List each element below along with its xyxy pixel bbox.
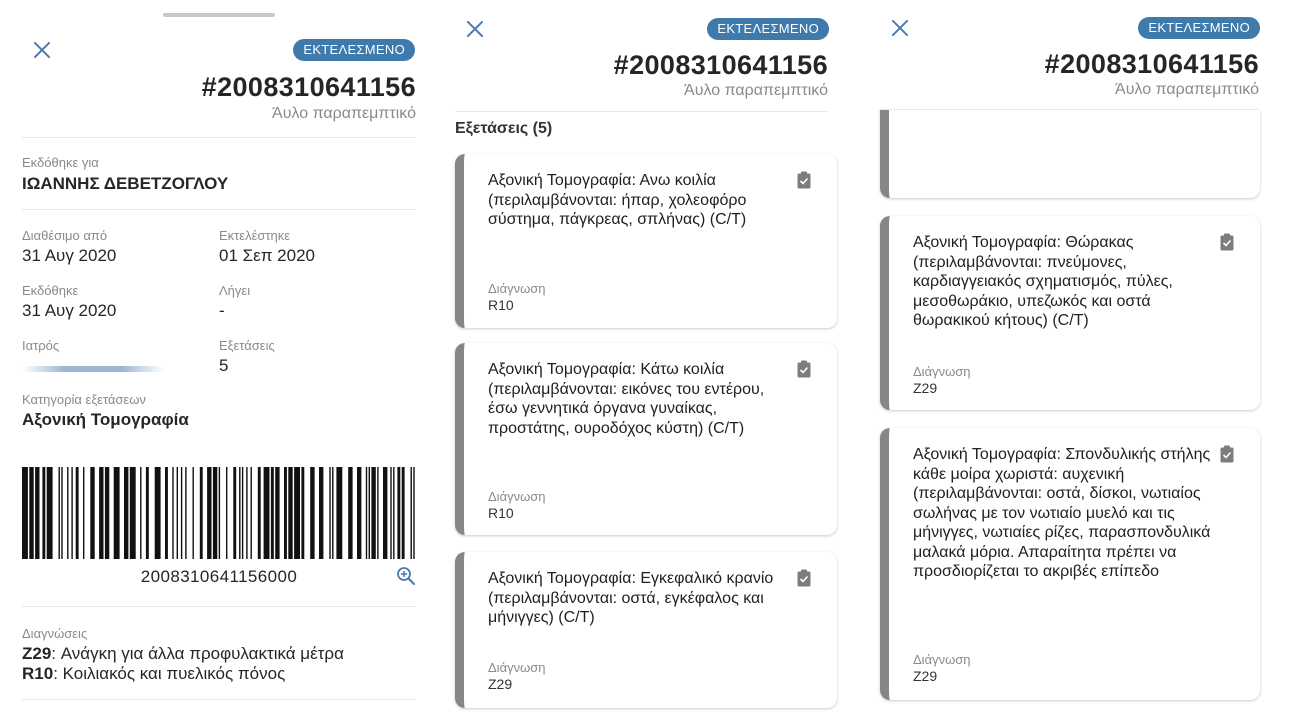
issued-for-label: Εκδόθηκε για (22, 155, 99, 170)
referral-type: Άυλο παραπεμπτικό (1115, 81, 1259, 98)
exam-title: Αξονική Τομογραφία: Κάτω κοιλία (περιλαμ… (488, 361, 765, 437)
exam-title: Αξονική Τομογραφία: Εγκεφαλικό κρανίο (π… (488, 570, 774, 626)
exam-category-label: Κατηγορία εξετάσεων (22, 392, 146, 407)
clipboard-check-icon (797, 569, 811, 587)
executed-value: 01 Σεπ 2020 (219, 246, 315, 265)
exam-card[interactable]: Αξονική Τομογραφία: Εγκεφαλικό κρανίο (π… (455, 552, 837, 708)
diagnosis-code: R10 (488, 505, 514, 521)
available-from-label: Διαθέσιμο από (22, 228, 108, 243)
clipboard-check-icon (1220, 445, 1234, 463)
referral-number: #2008310641156 (201, 72, 416, 102)
issued-label: Εκδόθηκε (22, 283, 79, 298)
referral-type: Άυλο παραπεμπτικό (272, 105, 416, 122)
close-icon[interactable] (464, 18, 486, 40)
close-icon[interactable] (31, 39, 53, 61)
status-badge: ΕΚΤΕΛΕΣΜΕΝΟ (293, 39, 415, 61)
exam-card[interactable]: Αξονική Τομογραφία: Σπονδυλικής στήλης κ… (880, 428, 1260, 700)
divider (22, 699, 416, 700)
diagnosis-label: Διάγνωση (488, 660, 546, 675)
diagnosis-label: Διάγνωση (488, 489, 546, 504)
divider (22, 606, 416, 607)
status-badge: ΕΚΤΕΛΕΣΜΕΝΟ (1138, 17, 1260, 39)
diagnosis-line: Z29: Ανάγκη για άλλα προφυλακτικά μέτρα (22, 644, 344, 664)
zoom-in-icon[interactable] (396, 566, 416, 586)
status-badge: ΕΚΤΕΛΕΣΜΕΝΟ (707, 18, 829, 40)
expires-label: Λήγει (219, 283, 251, 298)
divider (22, 209, 416, 210)
referral-type: Άυλο παραπεμπτικό (684, 82, 828, 99)
exam-title: Αξονική Τομογραφία: Ανω κοιλία (περιλαμβ… (488, 172, 747, 228)
diagnosis-code: Z29 (22, 644, 52, 663)
diagnosis-label: Διάγνωση (913, 652, 971, 667)
clipboard-check-icon (797, 360, 811, 378)
diagnosis-label: Διάγνωση (913, 364, 971, 379)
doctor-label: Ιατρός (22, 338, 60, 353)
diagnosis-label: Διάγνωση (488, 281, 546, 296)
barcode-number: 2008310641156000 (140, 567, 298, 586)
issued-value: 31 Αυγ 2020 (22, 301, 117, 320)
divider (455, 111, 828, 112)
referral-number: #2008310641156 (613, 50, 828, 80)
exam-card[interactable]: Αξονική Τομογραφία: Θώρακας (περιλαμβάνο… (880, 216, 1260, 410)
exams-panel-scrolled: ΕΚΤΕΛΕΣΜΕΝΟ #2008310641156 Άυλο παραπεμπ… (860, 0, 1290, 719)
clipboard-check-icon (1220, 233, 1234, 251)
diagnosis-code: R10 (488, 297, 514, 313)
barcode-image (22, 467, 415, 559)
diagnoses-label: Διαγνώσεις (22, 626, 88, 641)
exams-count-label: Εξετάσεις (219, 338, 275, 353)
diagnosis-code: Z29 (913, 380, 938, 396)
drag-handle[interactable] (163, 13, 275, 17)
diagnosis-line: R10: Κοιλιακός και πυελικός πόνος (22, 664, 285, 684)
doctor-name-redacted (22, 366, 164, 372)
diagnosis-text: : Κοιλιακός και πυελικός πόνος (53, 664, 286, 683)
exam-card[interactable]: Αξονική Τομογραφία: Ανω κοιλία (περιλαμβ… (455, 154, 837, 328)
diagnosis-code: Z29 (488, 676, 513, 692)
divider (22, 137, 416, 138)
executed-label: Εκτελέστηκε (219, 228, 291, 243)
exams-section-title: Εξετάσεις (5) (455, 120, 553, 137)
exams-panel: ΕΚΤΕΛΕΣΜΕΝΟ #2008310641156 Άυλο παραπεμπ… (440, 0, 860, 719)
exam-category-value: Αξονική Τομογραφία (22, 410, 189, 429)
exam-title: Αξονική Τομογραφία: Θώρακας (περιλαμβάνο… (913, 234, 1173, 329)
diagnosis-code: R10 (22, 664, 54, 683)
available-from-value: 31 Αυγ 2020 (22, 246, 117, 265)
clipboard-check-icon (797, 171, 811, 189)
close-icon[interactable] (889, 17, 911, 39)
referral-details-panel: ΕΚΤΕΛΕΣΜΕΝΟ #2008310641156 Άυλο παραπεμπ… (0, 0, 440, 719)
diagnosis-code: Z29 (913, 668, 938, 684)
exams-scroll-list[interactable]: Αξονική Τομογραφία: Θώρακας (περιλαμβάνο… (860, 110, 1290, 719)
exam-title: Αξονική Τομογραφία: Σπονδυλικής στήλης κ… (913, 446, 1211, 580)
exams-count-value: 5 (219, 356, 229, 375)
exam-card[interactable] (880, 110, 1260, 198)
referral-number: #2008310641156 (1044, 49, 1259, 79)
expires-value: - (219, 301, 225, 320)
patient-name: ΙΩΑΝΝΗΣ ΔΕΒΕΤΖΟΓΛΟΥ (22, 174, 229, 193)
diagnosis-text: : Ανάγκη για άλλα προφυλακτικά μέτρα (51, 644, 344, 663)
exam-card[interactable]: Αξονική Τομογραφία: Κάτω κοιλία (περιλαμ… (455, 343, 837, 535)
